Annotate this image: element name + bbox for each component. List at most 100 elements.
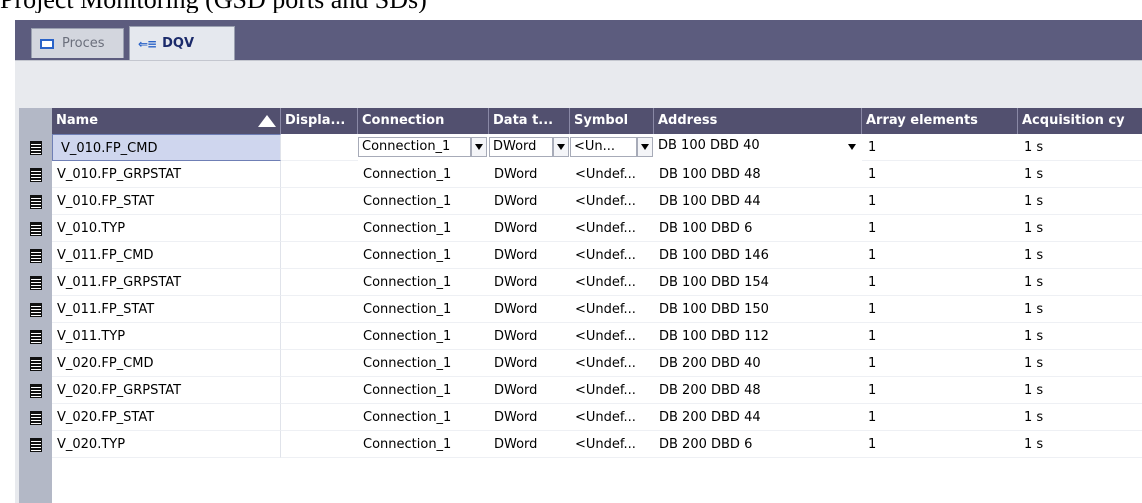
cell-name[interactable]: V_020.FP_GRPSTAT: [52, 377, 281, 404]
cell-array-elements[interactable]: 1: [862, 134, 1018, 161]
cell-datatype[interactable]: DWord: [489, 323, 570, 350]
cell-acquisition-cycle[interactable]: 1 s: [1018, 188, 1142, 215]
cell-symbol[interactable]: <Undef...: [570, 161, 654, 188]
cell-address[interactable]: DB 100 DBD 150: [654, 296, 862, 323]
cell-symbol[interactable]: <Undef...: [570, 404, 654, 431]
row-selector[interactable]: [19, 431, 52, 458]
cell-acquisition-cycle[interactable]: 1 s: [1018, 134, 1142, 161]
table-row[interactable]: V_010.TYP Connection_1 DWord <Undef... DB 10…: [19, 215, 1142, 242]
column-header-connection[interactable]: Connection: [358, 108, 489, 134]
chevron-down-icon[interactable]: [471, 137, 487, 157]
cell-name[interactable]: V_010.FP_STAT: [52, 188, 281, 215]
column-header-datatype[interactable]: Data t...: [489, 108, 570, 134]
cell-display[interactable]: [281, 431, 358, 458]
cell-connection[interactable]: Connection_1: [358, 404, 489, 431]
symbol-combobox[interactable]: <Un...: [570, 137, 637, 157]
cell-array-elements[interactable]: 1: [862, 377, 1018, 404]
column-header-name[interactable]: Name: [52, 108, 281, 134]
cell-display[interactable]: [281, 161, 358, 188]
cell-address[interactable]: DB 200 DBD 48: [654, 377, 862, 404]
cell-name[interactable]: V_011.FP_STAT: [52, 296, 281, 323]
cell-datatype[interactable]: DWord: [489, 404, 570, 431]
column-header-array-elements[interactable]: Array elements: [862, 108, 1018, 134]
cell-address[interactable]: DB 100 DBD 6: [654, 215, 862, 242]
row-selector[interactable]: [19, 350, 52, 377]
column-header-display[interactable]: Displa...: [281, 108, 358, 134]
cell-name[interactable]: V_020.FP_CMD: [52, 350, 281, 377]
cell-array-elements[interactable]: 1: [862, 350, 1018, 377]
column-header-acquisition-cycle[interactable]: Acquisition cy: [1018, 108, 1142, 134]
cell-connection[interactable]: Connection_1: [358, 323, 489, 350]
row-selector[interactable]: [19, 404, 52, 431]
cell-connection[interactable]: Connection_1: [358, 215, 489, 242]
table-row[interactable]: V_011.TYP Connection_1 DWord <Undef... DB 10…: [19, 323, 1142, 350]
row-selector[interactable]: [19, 134, 52, 161]
cell-address[interactable]: DB 100 DBD 154: [654, 269, 862, 296]
row-selector[interactable]: [19, 296, 52, 323]
chevron-down-icon[interactable]: [553, 137, 569, 157]
cell-name[interactable]: V_010.FP_GRPSTAT: [52, 161, 281, 188]
cell-connection[interactable]: Connection_1: [358, 188, 489, 215]
cell-name[interactable]: V_011.FP_GRPSTAT: [52, 269, 281, 296]
cell-connection[interactable]: Connection_1: [358, 377, 489, 404]
cell-address[interactable]: DB 200 DBD 40: [654, 350, 862, 377]
cell-name[interactable]: V_011.FP_CMD: [52, 242, 281, 269]
cell-name[interactable]: V_020.TYP: [52, 431, 281, 458]
cell-address[interactable]: DB 200 DBD 6: [654, 431, 862, 458]
cell-datatype[interactable]: DWord: [489, 377, 570, 404]
cell-connection[interactable]: Connection_1: [358, 296, 489, 323]
cell-display[interactable]: [281, 242, 358, 269]
cell-acquisition-cycle[interactable]: 1 s: [1018, 161, 1142, 188]
row-selector[interactable]: [19, 215, 52, 242]
cell-datatype[interactable]: DWord: [489, 269, 570, 296]
cell-acquisition-cycle[interactable]: 1 s: [1018, 215, 1142, 242]
cell-symbol[interactable]: <Undef...: [570, 188, 654, 215]
cell-array-elements[interactable]: 1: [862, 404, 1018, 431]
cell-name[interactable]: V_011.TYP: [52, 323, 281, 350]
cell-symbol[interactable]: <Undef...: [570, 350, 654, 377]
row-selector[interactable]: [19, 269, 52, 296]
cell-symbol[interactable]: <Undef...: [570, 242, 654, 269]
cell-display[interactable]: [281, 350, 358, 377]
cell-address[interactable]: DB 100 DBD 48: [654, 161, 862, 188]
cell-address[interactable]: DB 100 DBD 44: [654, 188, 862, 215]
cell-name[interactable]: V_020.FP_STAT: [52, 404, 281, 431]
cell-display[interactable]: [281, 269, 358, 296]
column-header-symbol[interactable]: Symbol: [570, 108, 654, 134]
chevron-down-icon[interactable]: [637, 137, 653, 157]
cell-display[interactable]: [281, 377, 358, 404]
cell-acquisition-cycle[interactable]: 1 s: [1018, 296, 1142, 323]
tab-proces[interactable]: Proces: [31, 28, 124, 58]
table-row[interactable]: V_010.FP_CMD Connection_1 DWord <Un... DB 10…: [19, 134, 1142, 161]
table-row[interactable]: V_020.FP_CMD Connection_1 DWord <Undef... DB…: [19, 350, 1142, 377]
cell-array-elements[interactable]: 1: [862, 296, 1018, 323]
cell-acquisition-cycle[interactable]: 1 s: [1018, 350, 1142, 377]
row-selector[interactable]: [19, 377, 52, 404]
cell-connection[interactable]: Connection_1: [358, 269, 489, 296]
cell-display[interactable]: [281, 215, 358, 242]
row-selector[interactable]: [19, 323, 52, 350]
cell-acquisition-cycle[interactable]: 1 s: [1018, 269, 1142, 296]
cell-display[interactable]: [281, 404, 358, 431]
table-row[interactable]: V_020.FP_STAT Connection_1 DWord <Undef... D…: [19, 404, 1142, 431]
cell-array-elements[interactable]: 1: [862, 161, 1018, 188]
cell-acquisition-cycle[interactable]: 1 s: [1018, 323, 1142, 350]
cell-array-elements[interactable]: 1: [862, 323, 1018, 350]
table-row[interactable]: V_011.FP_STAT Connection_1 DWord <Undef... D…: [19, 296, 1142, 323]
cell-acquisition-cycle[interactable]: 1 s: [1018, 431, 1142, 458]
row-selector[interactable]: [19, 242, 52, 269]
table-row[interactable]: V_020.TYP Connection_1 DWord <Undef... DB 20…: [19, 431, 1142, 458]
cell-datatype[interactable]: DWord: [489, 242, 570, 269]
cell-datatype[interactable]: DWord: [489, 296, 570, 323]
cell-symbol[interactable]: <Undef...: [570, 269, 654, 296]
table-row[interactable]: V_020.FP_GRPSTAT Connection_1 DWord <Undef.…: [19, 377, 1142, 404]
cell-datatype[interactable]: DWord: [489, 215, 570, 242]
cell-connection[interactable]: Connection_1: [358, 242, 489, 269]
cell-array-elements[interactable]: 1: [862, 269, 1018, 296]
tab-dqv[interactable]: ⇐≡ DQV: [129, 26, 235, 60]
column-header-address[interactable]: Address: [654, 108, 862, 134]
address-combobox[interactable]: DB 100 DBD 40: [654, 137, 844, 157]
cell-datatype[interactable]: DWord: [489, 431, 570, 458]
row-selector[interactable]: [19, 161, 52, 188]
cell-acquisition-cycle[interactable]: 1 s: [1018, 404, 1142, 431]
